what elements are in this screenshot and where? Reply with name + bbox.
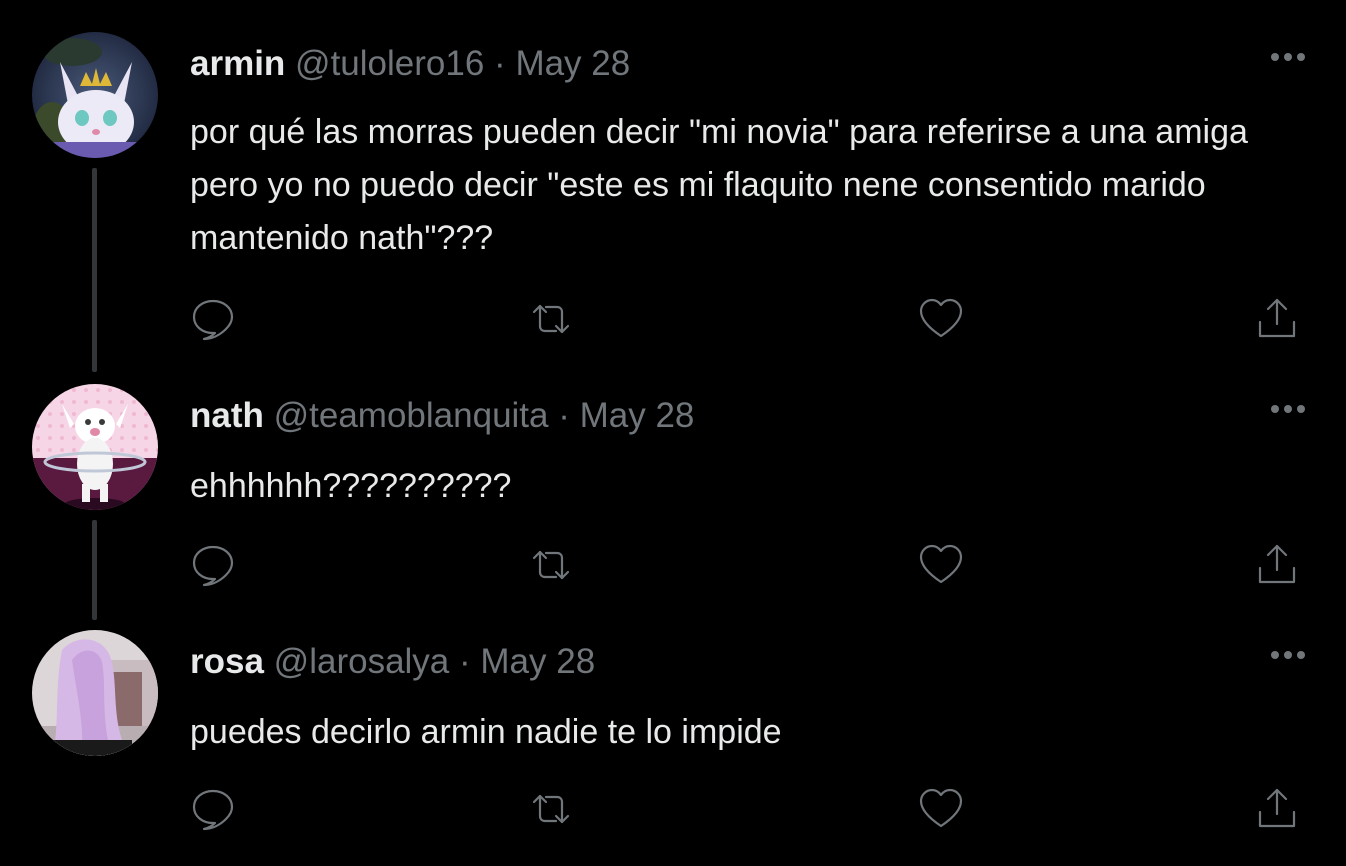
separator: · — [494, 44, 506, 83]
more-icon[interactable] — [1268, 648, 1308, 660]
like-icon[interactable] — [916, 784, 966, 834]
avatar[interactable] — [32, 32, 158, 158]
user-handle[interactable]: @larosalya — [274, 642, 450, 681]
more-icon[interactable] — [1268, 402, 1308, 414]
reply-icon[interactable] — [188, 540, 238, 590]
reply-icon[interactable] — [188, 294, 238, 344]
tweet[interactable]: nath @teamoblanquita · May 28 ehhhhhh???… — [0, 372, 1346, 620]
tweet-actions — [0, 294, 1346, 344]
retweet-icon[interactable] — [526, 540, 576, 590]
share-icon[interactable] — [1252, 540, 1302, 590]
tweet[interactable]: armin @tulolero16 · May 28 por qué las m… — [0, 0, 1346, 372]
retweet-icon[interactable] — [526, 784, 576, 834]
tweet-text: ehhhhhh?????????? — [190, 467, 512, 505]
avatar[interactable] — [32, 630, 158, 756]
share-icon[interactable] — [1252, 784, 1302, 834]
display-name[interactable]: nath — [190, 396, 264, 435]
tweet[interactable]: rosa @larosalya · May 28 puedes decirlo … — [0, 620, 1346, 866]
tweet-text: puedes decirlo armin nadie te lo impide — [190, 713, 782, 751]
tweet-actions — [0, 784, 1346, 834]
user-handle[interactable]: @teamoblanquita — [274, 396, 549, 435]
like-icon[interactable] — [916, 540, 966, 590]
share-icon[interactable] — [1252, 294, 1302, 344]
tweet-actions — [0, 540, 1346, 590]
separator: · — [558, 396, 570, 435]
user-handle[interactable]: @tulolero16 — [295, 44, 484, 83]
retweet-icon[interactable] — [526, 294, 576, 344]
tweet-date[interactable]: May 28 — [515, 44, 630, 83]
display-name[interactable]: rosa — [190, 642, 264, 681]
more-icon[interactable] — [1268, 50, 1308, 62]
tweet-date[interactable]: May 28 — [480, 642, 595, 681]
reply-icon[interactable] — [188, 784, 238, 834]
like-icon[interactable] — [916, 294, 966, 344]
separator: · — [459, 642, 471, 681]
tweet-header: armin @tulolero16 · May 28 — [190, 44, 630, 84]
tweet-date[interactable]: May 28 — [580, 396, 695, 435]
tweet-header: nath @teamoblanquita · May 28 — [190, 396, 694, 436]
tweet-text: por qué las morras pueden decir "mi novi… — [190, 113, 1248, 257]
avatar[interactable] — [32, 384, 158, 510]
display-name[interactable]: armin — [190, 44, 285, 83]
tweet-header: rosa @larosalya · May 28 — [190, 642, 595, 682]
